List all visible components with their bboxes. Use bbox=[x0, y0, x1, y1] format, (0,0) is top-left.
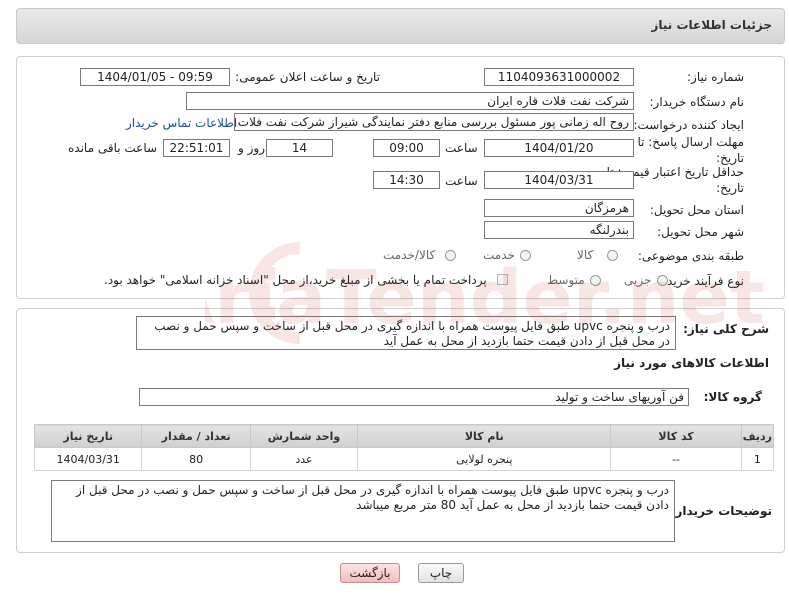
need-number-label: شماره نیاز: bbox=[687, 70, 744, 84]
col-name-header: نام کالا bbox=[357, 424, 612, 448]
deadline-label: مهلت ارسال پاسخ: تا bbox=[637, 135, 744, 149]
col-row-header: ردیف bbox=[740, 424, 775, 448]
validity-date-field: 1404/03/31 bbox=[484, 171, 634, 189]
city-field: بندرلنگه bbox=[484, 221, 634, 239]
buyer-org-field: شرکت نفت فلات قاره ایران bbox=[186, 92, 634, 110]
creator-label: ایجاد کننده درخواست: bbox=[633, 118, 744, 132]
process-radio-medium[interactable] bbox=[590, 275, 601, 286]
deadline-label-date: تاریخ: bbox=[716, 151, 744, 165]
page-header: جزئیات اطلاعات نیاز bbox=[16, 8, 785, 44]
goods-info-title: اطلاعات کالاهای مورد نیاز bbox=[614, 356, 769, 370]
col-qty-header: تعداد / مقدار bbox=[141, 424, 251, 448]
need-number-field: 1104093631000002 bbox=[484, 68, 634, 86]
col-date-header: تاریخ نیاز bbox=[33, 424, 143, 448]
cell-unit: عدد bbox=[249, 447, 359, 471]
province-label: استان محل تحویل: bbox=[649, 203, 744, 217]
announce-label: تاریخ و ساعت اعلان عمومی: bbox=[235, 70, 380, 84]
deadline-time-field: 09:00 bbox=[373, 139, 440, 157]
buyer-org-label: نام دستگاه خریدار: bbox=[649, 95, 745, 109]
col-code-header: کد کالا bbox=[610, 424, 742, 448]
validity-time-field: 14:30 bbox=[373, 171, 440, 189]
cell-name: پنجره لولایی bbox=[357, 447, 612, 471]
remaining-label: ساعت باقی مانده bbox=[68, 141, 158, 155]
deadline-date-field: 1404/01/20 bbox=[484, 139, 634, 157]
col-unit-header: واحد شمارش bbox=[249, 424, 359, 448]
process-label: نوع فرآیند خرید : bbox=[659, 274, 744, 288]
days-label: روز و bbox=[238, 141, 265, 155]
goods-table: ردیف کد کالا نام کالا واحد شمارش تعداد /… bbox=[33, 424, 775, 471]
payment-note: پرداخت تمام یا بخشی از مبلغ خرید،از محل … bbox=[104, 273, 487, 287]
process-option-minor: جزیی bbox=[624, 273, 652, 287]
process-radio-minor[interactable] bbox=[657, 275, 668, 286]
category-option-goods-service: کالا/خدمت bbox=[383, 248, 436, 262]
buyer-notes-label: توضیحات خریدار: bbox=[670, 504, 772, 518]
treasury-payment-checkbox[interactable] bbox=[497, 274, 508, 285]
category-radio-service[interactable] bbox=[520, 250, 531, 261]
remaining-time-field: 22:51:01 bbox=[163, 139, 230, 157]
category-radio-goods-service[interactable] bbox=[445, 250, 456, 261]
deadline-time-label: ساعت bbox=[445, 141, 478, 155]
days-field: 14 bbox=[266, 139, 333, 157]
category-option-service: خدمت bbox=[483, 248, 515, 262]
category-label: طبقه بندی موضوعی: bbox=[637, 249, 744, 263]
cell-qty: 80 bbox=[141, 447, 251, 471]
announce-field: 1404/01/05 - 09:59 bbox=[80, 68, 230, 86]
page-title: جزئیات اطلاعات نیاز bbox=[651, 18, 772, 32]
goods-group-field: فن آوریهای ساخت و تولید bbox=[139, 388, 689, 406]
buyer-notes-textarea: درب و پنجره upvc طبق فایل پیوست همراه با… bbox=[51, 480, 675, 542]
validity-label-date: تاریخ: bbox=[716, 181, 744, 195]
process-option-medium: متوسط bbox=[547, 273, 585, 287]
summary-label: شرح کلی نیاز: bbox=[683, 322, 769, 336]
back-button[interactable]: بازگشت bbox=[340, 563, 400, 583]
cell-code: -- bbox=[610, 447, 742, 471]
cell-row: 1 bbox=[740, 447, 775, 471]
table-header-row: ردیف کد کالا نام کالا واحد شمارش تعداد /… bbox=[33, 424, 775, 448]
city-label: شهر محل تحویل: bbox=[657, 225, 744, 239]
category-option-goods: کالا bbox=[577, 248, 594, 262]
creator-field: روح اله زمانی پور مسئول بررسی منابع دفتر… bbox=[234, 113, 634, 131]
province-field: هرمزگان bbox=[484, 199, 634, 217]
category-radio-goods[interactable] bbox=[607, 250, 618, 261]
table-row: 1 -- پنجره لولایی عدد 80 1404/03/31 bbox=[33, 447, 775, 471]
print-button[interactable]: چاپ bbox=[418, 563, 464, 583]
cell-date: 1404/03/31 bbox=[33, 447, 143, 471]
goods-group-label: گروه کالا: bbox=[703, 390, 762, 404]
validity-time-label: ساعت bbox=[445, 174, 478, 188]
buyer-contact-link[interactable]: اطلاعات تماس خریدار bbox=[126, 116, 237, 130]
summary-textarea: درب و پنجره upvc طبق فایل پیوست همراه با… bbox=[136, 316, 676, 350]
